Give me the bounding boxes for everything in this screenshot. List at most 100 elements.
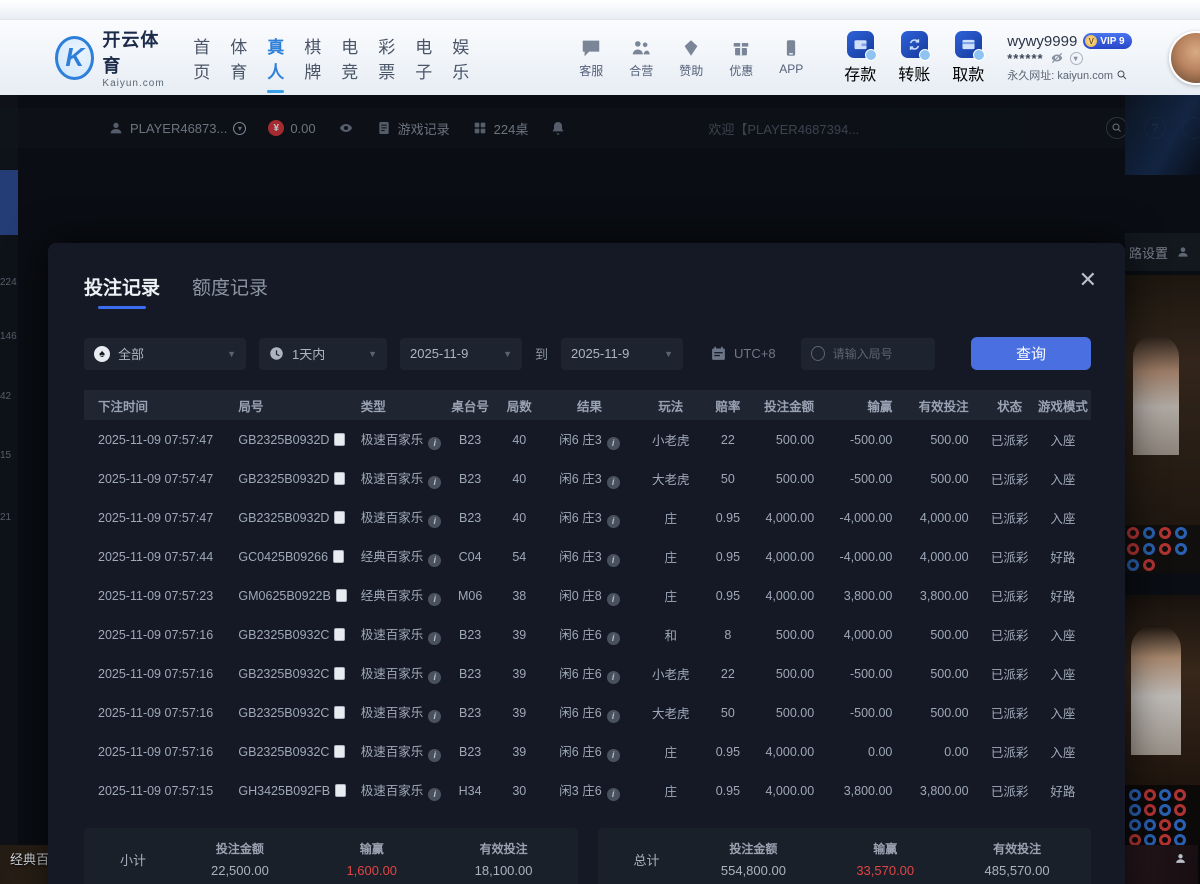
nav-item-棋牌[interactable]: 棋牌 — [302, 27, 323, 89]
nav-item-电竞[interactable]: 电竞 — [339, 27, 360, 89]
partner-icon — [630, 37, 652, 59]
left-active-item[interactable] — [0, 170, 18, 235]
nav-item-首页[interactable]: 首页 — [191, 27, 212, 89]
cell-round-id: GB2325B0932C — [224, 615, 346, 654]
player-menu[interactable]: PLAYER46873... ▾ — [108, 120, 246, 136]
cell-result: 闲6 庄6i — [541, 693, 637, 732]
copy-icon[interactable] — [334, 433, 345, 446]
summary-row: 小计 投注金额22,500.00 输赢1,600.00 有效投注18,100.0… — [84, 828, 1091, 884]
welcome-marquee: 欢迎【PLAYER4687394... — [708, 119, 859, 138]
copy-icon[interactable] — [334, 628, 345, 641]
tables-count[interactable]: 224桌 — [472, 119, 529, 138]
info-icon[interactable]: i — [428, 515, 441, 528]
nav-item-真人[interactable]: 真人 — [265, 27, 286, 89]
action-存款[interactable]: 存款 — [839, 31, 881, 85]
info-icon[interactable]: i — [607, 554, 620, 567]
game-type-select[interactable]: ♠ 全部 ▼ — [84, 338, 246, 370]
action-优惠[interactable]: 优惠 — [721, 37, 761, 79]
info-icon[interactable]: i — [607, 593, 620, 606]
info-icon[interactable]: i — [607, 632, 620, 645]
cell-game-mode: 入座 — [1035, 732, 1091, 771]
table-row: 2025-11-09 07:57:23GM0625B0922B经典百家乐iM06… — [84, 576, 1091, 615]
balance-display[interactable]: ¥ 0.00 — [268, 120, 315, 136]
info-icon[interactable]: i — [428, 671, 441, 684]
info-icon[interactable]: i — [428, 749, 441, 762]
copy-icon[interactable] — [334, 472, 345, 485]
action-label: 取款 — [952, 61, 984, 85]
date-to-picker[interactable]: 2025-11-9 ▼ — [561, 338, 683, 370]
user-avatar[interactable] — [1169, 31, 1200, 85]
eye-off-icon[interactable] — [1050, 51, 1064, 65]
action-客服[interactable]: 客服 — [571, 37, 611, 79]
cell-bet-time: 2025-11-09 07:57:16 — [84, 615, 224, 654]
info-icon[interactable]: i — [607, 788, 620, 801]
nav-item-电子[interactable]: 电子 — [413, 27, 434, 89]
info-icon[interactable]: i — [607, 515, 620, 528]
info-icon[interactable]: i — [428, 593, 441, 606]
info-icon[interactable]: i — [428, 788, 441, 801]
brand-logo[interactable]: K 开云体育 Kaiyun.com — [55, 26, 169, 89]
modal-tab-投注记录[interactable]: 投注记录 — [84, 273, 160, 309]
round-search-input[interactable] — [833, 347, 925, 361]
date-to-value: 2025-11-9 — [571, 346, 629, 361]
cell-game-mode: 好路 — [1035, 576, 1091, 615]
query-button[interactable]: 查询 — [971, 337, 1091, 370]
bets-table-header: 下注时间局号类型桌台号局数结果玩法赔率投注金额输赢有效投注状态游戏模式 — [84, 390, 1091, 420]
user-block: wywy9999 V VIP 9 ****** ▾ 永久网址: kaiyun.c… — [1007, 33, 1157, 83]
notifications[interactable] — [550, 120, 566, 136]
calendar-icon — [710, 345, 727, 362]
action-label: 客服 — [579, 62, 603, 79]
cell-odds: 0.95 — [704, 771, 752, 810]
cell-table-no: B23 — [443, 420, 497, 459]
copy-icon[interactable] — [334, 667, 345, 680]
info-icon[interactable]: i — [607, 437, 620, 450]
cell-game-type: 极速百家乐i — [347, 732, 443, 771]
cell-odds: 22 — [704, 420, 752, 459]
info-icon[interactable]: i — [428, 632, 441, 645]
nav-item-彩票[interactable]: 彩票 — [376, 27, 397, 89]
copy-icon[interactable] — [335, 784, 346, 797]
eye-toggle[interactable] — [338, 120, 354, 136]
casino-lobby-background: PLAYER46873... ▾ ¥ 0.00 游戏记录 224桌 欢迎【PLA… — [0, 95, 1200, 884]
cell-round-count: 39 — [497, 654, 541, 693]
action-合营[interactable]: 合营 — [621, 37, 661, 79]
info-icon[interactable]: i — [607, 476, 620, 489]
info-icon[interactable]: i — [607, 749, 620, 762]
dealer-video-2[interactable] — [1125, 595, 1200, 785]
col-header-输赢: 输赢 — [830, 390, 908, 420]
timezone-display[interactable]: UTC+8 — [710, 345, 776, 362]
game-record-button[interactable]: 游戏记录 — [376, 119, 450, 138]
total-win: 33,570.00 — [856, 863, 914, 878]
copy-icon[interactable] — [334, 511, 345, 524]
copy-icon[interactable] — [336, 589, 347, 602]
action-赞助[interactable]: 赞助 — [671, 37, 711, 79]
magnifier-icon[interactable] — [1116, 69, 1128, 81]
info-icon[interactable]: i — [607, 710, 620, 723]
action-APP[interactable]: APP — [771, 37, 811, 79]
dealer-video-1[interactable] — [1125, 275, 1200, 525]
action-取款[interactable]: 取款 — [947, 31, 989, 85]
close-icon[interactable]: ✕ — [1079, 269, 1097, 291]
info-icon[interactable]: i — [428, 476, 441, 489]
info-icon[interactable]: i — [428, 437, 441, 450]
nav-item-娱乐[interactable]: 娱乐 — [450, 27, 471, 89]
action-转账[interactable]: 转账 — [893, 31, 935, 85]
time-range-select[interactable]: 1天内 ▼ — [259, 338, 387, 370]
date-from-picker[interactable]: 2025-11-9 ▼ — [400, 338, 522, 370]
diamond-icon — [680, 37, 702, 59]
cell-round-id: GM0625B0922B — [224, 576, 346, 615]
modal-tab-额度记录[interactable]: 额度记录 — [192, 273, 268, 309]
gift-icon — [730, 37, 752, 59]
round-search-box[interactable] — [801, 338, 935, 370]
nav-item-体育[interactable]: 体育 — [228, 27, 249, 89]
road-settings-label[interactable]: 路设置 — [1125, 233, 1200, 271]
subtotal-amount-label: 投注金额 — [216, 840, 264, 857]
info-icon[interactable]: i — [428, 710, 441, 723]
copy-icon[interactable] — [334, 706, 345, 719]
cell-play-type: 小老虎 — [638, 654, 704, 693]
info-icon[interactable]: i — [607, 671, 620, 684]
copy-icon[interactable] — [334, 745, 345, 758]
chevron-down-icon[interactable]: ▾ — [1070, 52, 1083, 65]
info-icon[interactable]: i — [428, 554, 441, 567]
copy-icon[interactable] — [333, 550, 344, 563]
